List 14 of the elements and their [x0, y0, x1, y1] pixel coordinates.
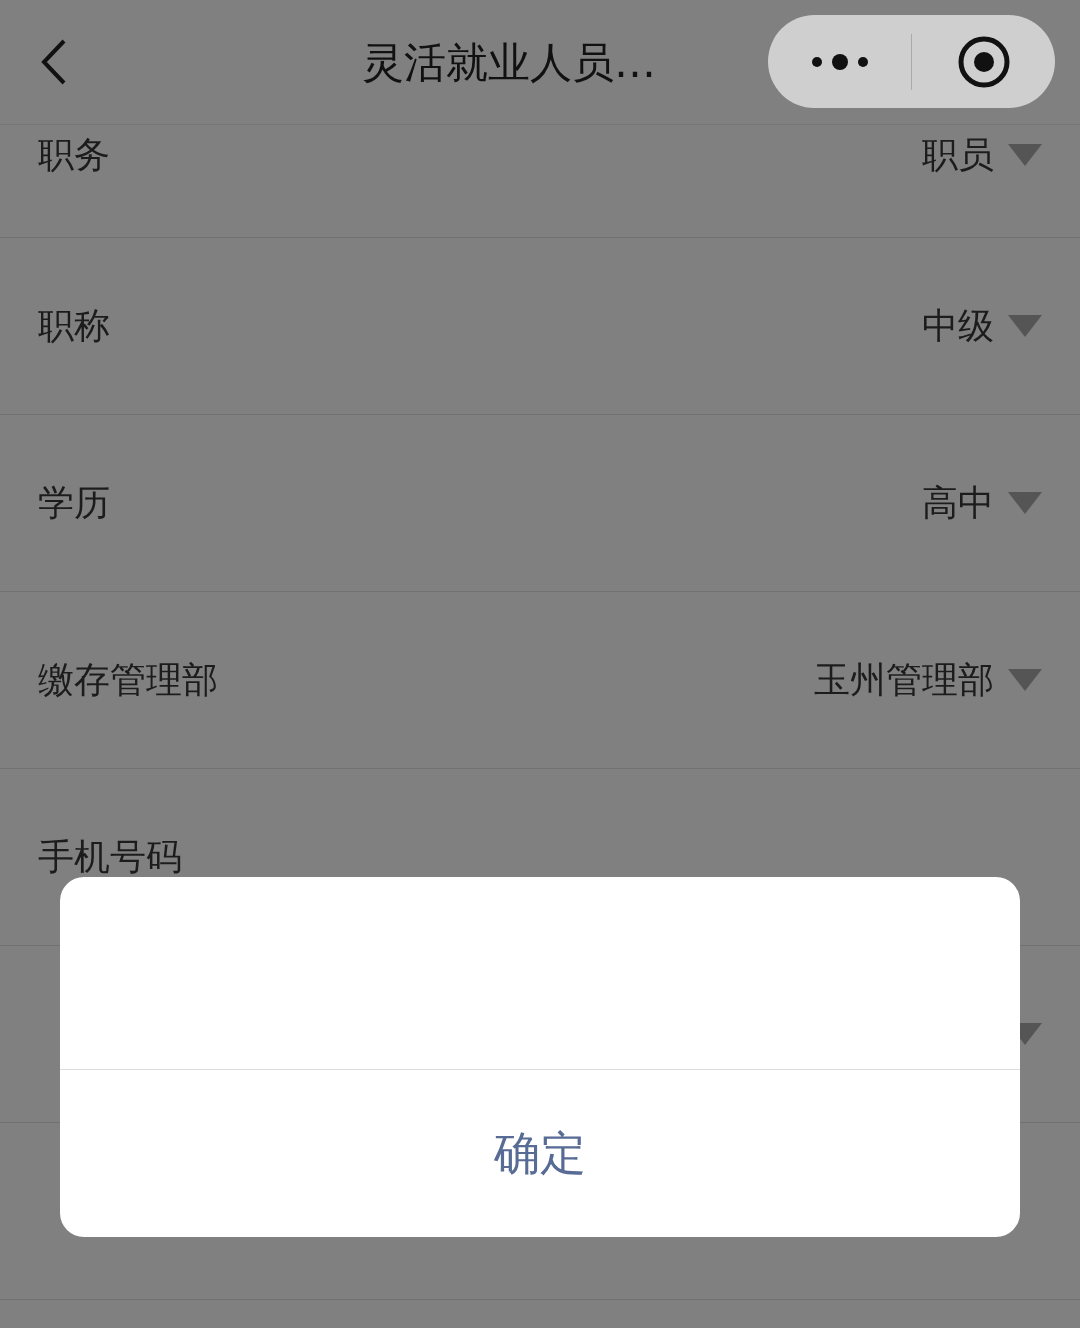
field-label: 手机号码 — [38, 835, 182, 879]
back-icon — [40, 38, 68, 86]
field-value: 职员 — [922, 133, 994, 177]
page-title: 灵活就业人员… — [362, 37, 656, 89]
field-value: 中级 — [922, 304, 994, 348]
target-icon — [956, 34, 1011, 89]
field-label: 职务 — [38, 133, 110, 177]
field-value: 高中 — [922, 481, 994, 525]
field-label: 职称 — [38, 304, 110, 348]
field-label: 缴存管理部 — [38, 658, 218, 702]
field-label: 学历 — [38, 481, 110, 525]
confirm-button[interactable]: 确定 — [60, 1070, 1020, 1237]
more-icon — [810, 53, 869, 70]
field-value: 玉州管理部 — [814, 658, 994, 702]
